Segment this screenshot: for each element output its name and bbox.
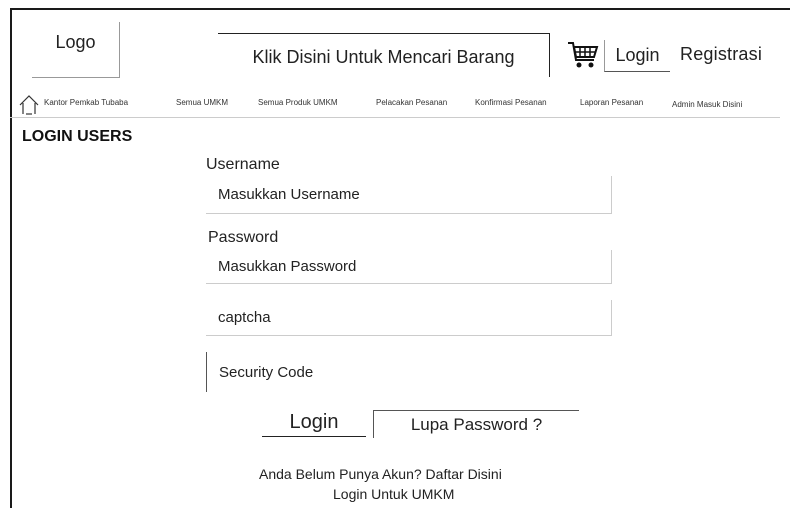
nav-item-kantor-pemkab[interactable]: Kantor Pemkab Tubaba	[44, 98, 128, 107]
nav-item-admin-login[interactable]: Admin Masuk Disini	[672, 100, 742, 109]
nav-item-semua-umkm[interactable]: Semua UMKM	[176, 98, 228, 107]
captcha-field[interactable]: captcha	[206, 300, 612, 336]
nav-item-pelacakan-pesanan[interactable]: Pelacakan Pesanan	[376, 98, 447, 107]
password-placeholder: Masukkan Password	[218, 258, 357, 275]
nav-item-konfirmasi-pesanan[interactable]: Konfirmasi Pesanan	[475, 98, 547, 107]
forgot-password-button[interactable]: Lupa Password ?	[373, 410, 579, 438]
header-login-link[interactable]: Login	[604, 40, 670, 72]
forgot-password-label: Lupa Password ?	[410, 414, 543, 434]
header-register-link[interactable]: Registrasi	[680, 44, 762, 65]
login-button[interactable]: Login	[262, 409, 366, 437]
password-label: Password	[208, 229, 279, 246]
username-placeholder: Masukkan Username	[218, 186, 360, 203]
login-button-label: Login	[289, 411, 339, 433]
search-input[interactable]: Klik Disini Untuk Mencari Barang	[218, 33, 550, 77]
captcha-placeholder: captcha	[218, 309, 271, 326]
security-code-divider	[206, 352, 207, 392]
nav-item-semua-produk[interactable]: Semua Produk UMKM	[258, 98, 338, 107]
home-icon[interactable]	[18, 94, 40, 116]
logo-text: Logo	[55, 32, 96, 52]
shopping-cart-icon[interactable]	[566, 38, 600, 72]
site-logo[interactable]: Logo	[32, 22, 120, 78]
search-placeholder: Klik Disini Untuk Mencari Barang	[252, 47, 515, 67]
umkm-login-link[interactable]: Login Untuk UMKM	[333, 486, 454, 502]
header-login-label: Login	[615, 45, 660, 65]
register-prompt-link[interactable]: Anda Belum Punya Akun? Daftar Disini	[259, 466, 502, 482]
page-title: LOGIN USERS	[22, 128, 133, 145]
username-label: Username	[206, 156, 280, 173]
username-field[interactable]: Masukkan Username	[206, 176, 612, 214]
nav-item-laporan-pesanan[interactable]: Laporan Pesanan	[580, 98, 643, 107]
security-code-label: Security Code	[219, 364, 314, 381]
password-field[interactable]: Masukkan Password	[206, 250, 612, 284]
nav-divider	[10, 117, 780, 118]
